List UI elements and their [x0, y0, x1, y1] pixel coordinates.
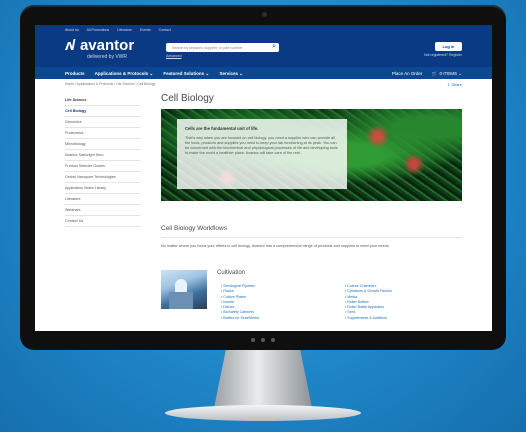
logo-word: avantor: [79, 37, 135, 55]
list-item[interactable]: Bottles for Sera/Media: [221, 316, 259, 321]
camera-icon: [262, 12, 267, 17]
share-label: Share: [451, 82, 462, 87]
avantor-logo[interactable]: ʌ/ avantor delivered by VWR: [65, 37, 135, 60]
cultivation-image: [161, 270, 207, 309]
divider: [161, 237, 462, 238]
utility-events[interactable]: Events: [140, 28, 151, 32]
sidebar-item-contact[interactable]: Contact Us: [65, 216, 140, 227]
hero-heading: Cells are the fundamental unit of life.: [185, 126, 259, 131]
sidebar-item-proteomics[interactable]: Proteomics: [65, 128, 140, 139]
main-nav: Products Applications & Protocols ⌄ Feat…: [35, 67, 492, 79]
sidebar-item-app-notes[interactable]: Application Notes Library: [65, 183, 140, 194]
list-item[interactable]: Cytokines & Growth Factors: [345, 289, 392, 294]
sidebar: Life Science Cell Biology Genomics Prote…: [65, 95, 140, 227]
nav-products[interactable]: Products: [65, 71, 85, 76]
sidebar-item-literature[interactable]: Literature: [65, 194, 140, 205]
logo-sub: delivered by VWR: [87, 54, 128, 60]
utility-about[interactable]: About us: [65, 28, 79, 32]
scientist-body: [169, 292, 193, 309]
indicator-dot: [251, 338, 255, 342]
hero-textbox: Cells are the fundamental unit of life. …: [177, 119, 347, 189]
scientist-head: [175, 279, 187, 293]
sidebar-item-cell-biology[interactable]: Cell Biology: [65, 106, 140, 117]
sidebar-item-oxford[interactable]: Oxford Nanopore Technologies: [65, 172, 140, 183]
hero-image: Cells are the fundamental unit of life. …: [161, 109, 462, 201]
register-link[interactable]: Not registered? Register: [424, 53, 462, 57]
utility-links: About us All Promotions Literature Event…: [65, 28, 178, 32]
indicator-dot: [271, 338, 275, 342]
nav-featured[interactable]: Featured Solutions ⌄: [163, 71, 209, 76]
utility-literature[interactable]: Literature: [117, 28, 132, 32]
workflows-intro: No matter where you focus your efforts i…: [161, 244, 390, 248]
workflows-title: Cell Biology Workflows: [161, 225, 227, 232]
search-icon[interactable]: ⌕: [272, 43, 276, 51]
sidebar-item-life-science[interactable]: Life Science: [65, 95, 140, 106]
cultivation-title: Cultivation: [217, 270, 246, 276]
cart-items[interactable]: 0 ITEMS ⌄: [439, 71, 462, 76]
monitor-base: [165, 405, 361, 421]
page-title: Cell Biology: [161, 93, 214, 104]
share-button[interactable]: ⇪ Share: [447, 82, 462, 87]
utility-contact[interactable]: Contact: [159, 28, 171, 32]
hero-body: That's why when you are focused on cell …: [185, 136, 338, 155]
list-item[interactable]: BioSafety Cabinets: [221, 310, 259, 315]
breadcrumb[interactable]: Home \ Applications & Protocols \ Life S…: [65, 82, 155, 86]
monitor-stand: [214, 350, 312, 408]
nav-services[interactable]: Services ⌄: [219, 71, 243, 76]
cultivation-links-col2: Culture Chambers Cytokines & Growth Fact…: [345, 284, 392, 321]
sidebar-item-genomics[interactable]: Genomics: [65, 117, 140, 128]
place-order-link[interactable]: Place An Order: [392, 71, 423, 76]
advanced-search-link[interactable]: Advanced: [166, 54, 182, 58]
sidebar-item-microbiology[interactable]: Microbiology: [65, 139, 140, 150]
list-item[interactable]: Supplements & Additives: [345, 316, 392, 321]
indicator-dot: [261, 338, 265, 342]
utility-promotions[interactable]: All Promotions: [87, 28, 110, 32]
search-input[interactable]: Search by keyword, supplier, or part num…: [166, 43, 279, 52]
sidebar-item-webinars[interactable]: Webinars: [65, 205, 140, 216]
sidebar-item-selector-guides[interactable]: Product Selector Guides: [65, 161, 140, 172]
browser-screen: About us All Promotions Literature Event…: [35, 25, 492, 331]
nav-applications[interactable]: Applications & Protocols ⌄: [95, 71, 154, 76]
monitor-chin-dots: [0, 338, 526, 342]
cart-icon[interactable]: 🛒: [432, 71, 438, 76]
cultivation-links-col1: Serological Pipettes Flasks Culture Plat…: [221, 284, 259, 321]
main-content: Cell Biology Cells are the fundamental u…: [161, 93, 462, 320]
sidebar-item-sero[interactable]: Avantor Sartorigm Sero: [65, 150, 140, 161]
search-placeholder: Search by keyword, supplier, or part num…: [172, 45, 243, 50]
site-header: About us All Promotions Literature Event…: [35, 25, 492, 67]
avantor-mark-icon: ʌ/: [65, 37, 75, 55]
login-button[interactable]: Log in: [435, 42, 462, 51]
